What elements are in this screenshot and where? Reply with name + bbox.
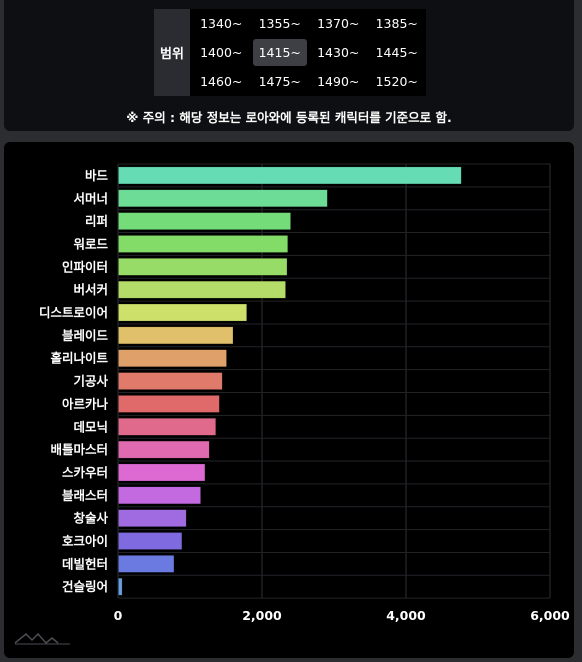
bar-14[interactable] [118,463,206,482]
category-label: 블레이드 [62,328,109,343]
category-label: 홀리나이트 [50,351,108,366]
bar-5[interactable] [118,258,288,276]
bar-10[interactable] [118,372,223,390]
bar-19[interactable] [118,577,123,596]
bar-chart: 바드서머너리퍼워로드인파이터버서커디스트로이어블레이드홀리나이트기공사아르카나데… [39,163,570,623]
bar-3[interactable] [118,212,291,230]
category-label: 건슬링어 [62,579,108,594]
bar-13[interactable] [118,440,210,459]
bar-1[interactable] [118,166,462,185]
x-tick-label: 6,000 [530,608,570,623]
bar-6[interactable] [118,280,286,299]
mountain-logo-icon [14,632,70,645]
category-label: 디스트로이어 [39,305,108,320]
category-label: 배틀마스터 [50,442,108,457]
category-label: 데빌헌터 [62,556,108,571]
category-label: 스카우터 [62,465,108,480]
bar-9[interactable] [118,349,227,367]
category-label: 리퍼 [85,214,108,229]
category-label: 창술사 [73,511,108,526]
category-label: 서머너 [73,191,108,206]
bar-18[interactable] [118,555,175,573]
bar-layer [118,166,462,596]
category-label: 워로드 [73,236,108,251]
category-label: 호크아이 [62,534,108,549]
x-tick-label: 0 [114,608,123,623]
bar-16[interactable] [118,509,187,527]
category-label: 버서커 [73,282,108,297]
bar-17[interactable] [118,532,183,550]
category-label: 아르카나 [62,396,109,411]
category-label: 기공사 [73,374,108,389]
category-label: 데모닉 [73,419,108,434]
bar-15[interactable] [118,486,201,505]
x-tick-label: 2,000 [242,608,282,623]
bar-12[interactable] [118,418,216,436]
bar-7[interactable] [118,303,247,322]
category-label: 바드 [85,168,109,183]
bar-8[interactable] [118,326,234,345]
bar-11[interactable] [118,395,220,413]
bar-4[interactable] [118,235,288,253]
category-label: 인파이터 [62,259,108,274]
bar-2[interactable] [118,189,328,208]
x-tick-label: 4,000 [386,608,426,623]
category-label-layer: 바드서머너리퍼워로드인파이터버서커디스트로이어블레이드홀리나이트기공사아르카나데… [39,168,109,594]
category-label: 블래스터 [62,488,108,503]
x-tick-layer: 0 2,000 4,000 6,000 [114,608,570,623]
